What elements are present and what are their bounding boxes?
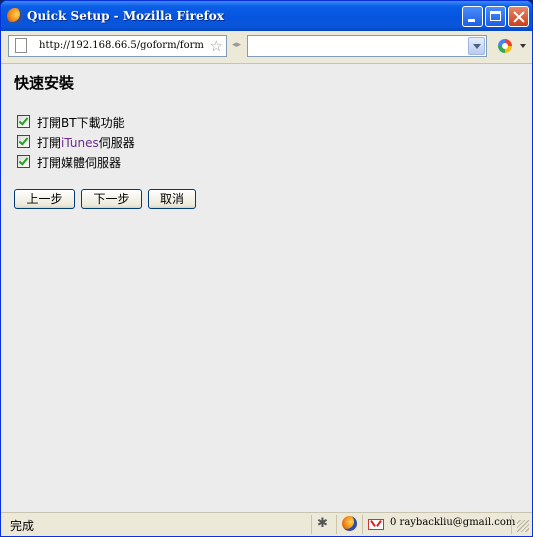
star-icon[interactable]: ☆	[210, 37, 223, 55]
maximize-button[interactable]	[485, 6, 506, 27]
status-text: 完成	[10, 519, 35, 533]
firefox-status-icon[interactable]	[342, 516, 357, 531]
option-label[interactable]: 打開BT下載功能	[37, 114, 125, 131]
status-divider	[362, 515, 363, 534]
page-title: 快速安裝	[14, 74, 75, 92]
window-title: Quick Setup - Mozilla Firefox	[27, 9, 224, 23]
url-bar[interactable]: http://192.168.66.5/goform/formQ ☆	[8, 35, 227, 57]
status-bar: 完成 ✱ 0 raybackliu@gmail.com	[1, 512, 532, 536]
label-prefix: 打開媒體伺服器	[37, 156, 122, 170]
firefox-icon[interactable]	[7, 8, 23, 24]
media-server-checkbox[interactable]	[17, 155, 30, 168]
gmail-icon[interactable]	[368, 519, 384, 530]
page-content: 快速安裝 打開BT下載功能 打開iTunes伺服器 打開媒體伺服器 上一步 下一…	[1, 64, 532, 512]
search-engine-arrow-icon[interactable]	[520, 44, 526, 48]
title-bar[interactable]: Quick Setup - Mozilla Firefox	[1, 1, 532, 31]
label-highlight: BT	[61, 116, 77, 130]
option-label[interactable]: 打開媒體伺服器	[37, 154, 121, 171]
status-divider	[511, 515, 512, 534]
bug-icon[interactable]: ✱	[317, 516, 328, 531]
close-button[interactable]	[508, 6, 529, 27]
browser-window: Quick Setup - Mozilla Firefox http://192…	[0, 0, 533, 537]
search-input[interactable]	[247, 35, 487, 57]
option-label[interactable]: 打開iTunes伺服器	[37, 134, 135, 151]
label-suffix: 下載功能	[76, 116, 125, 130]
cancel-button[interactable]: 取消	[148, 189, 196, 209]
page-icon	[15, 38, 27, 53]
google-icon[interactable]	[498, 39, 512, 53]
status-divider	[336, 515, 337, 534]
dropdown-arrow-icon[interactable]	[468, 37, 485, 55]
prev-button[interactable]: 上一步	[14, 189, 75, 209]
resize-grip-icon[interactable]	[517, 520, 529, 532]
gmail-status[interactable]: 0 raybackliu@gmail.com	[390, 517, 515, 528]
url-text[interactable]: http://192.168.66.5/goform/formQ	[39, 40, 204, 51]
minimize-button[interactable]	[462, 6, 483, 27]
navigation-toolbar: http://192.168.66.5/goform/formQ ☆ ◂▸	[1, 31, 532, 64]
label-highlight: iTunes	[61, 136, 99, 150]
toolbar-separator-icon[interactable]: ◂▸	[232, 40, 241, 50]
label-suffix: 伺服器	[98, 136, 135, 150]
label-prefix: 打開	[37, 136, 62, 150]
label-prefix: 打開	[37, 116, 62, 130]
bt-download-checkbox[interactable]	[17, 115, 30, 128]
itunes-server-checkbox[interactable]	[17, 135, 30, 148]
next-button[interactable]: 下一步	[81, 189, 142, 209]
status-divider	[311, 515, 312, 534]
